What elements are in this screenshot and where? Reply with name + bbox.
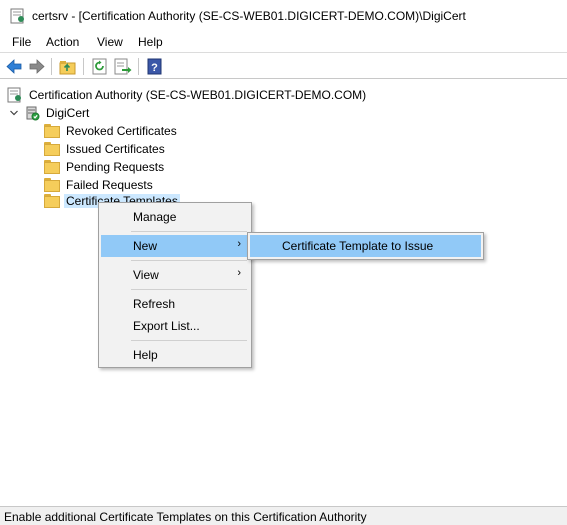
menu-view[interactable]: View xyxy=(95,35,125,49)
menu-item-label: Refresh xyxy=(133,297,176,311)
menu-separator xyxy=(131,289,247,290)
chevron-right-icon: › xyxy=(237,238,241,250)
menu-item-label: Certificate Template to Issue xyxy=(282,239,434,253)
toolbar-separator xyxy=(138,58,139,75)
menu-item-certificate-template-to-issue[interactable]: Certificate Template to Issue xyxy=(250,235,481,257)
menu-item-label: New xyxy=(133,239,158,253)
menu-separator xyxy=(131,340,247,341)
menu-item-label: Help xyxy=(133,348,158,362)
svg-text:?: ? xyxy=(151,62,158,74)
menu-help[interactable]: Help xyxy=(136,35,165,49)
title-bar: certsrv - [Certification Authority (SE-C… xyxy=(0,0,567,31)
tree-label: Revoked Certificates xyxy=(66,124,177,138)
help-icon[interactable]: ? xyxy=(145,57,165,76)
tree-label: Failed Requests xyxy=(66,178,153,192)
menu-item-new[interactable]: New › xyxy=(101,235,249,257)
tree-ca-label: DigiCert xyxy=(46,106,90,120)
menu-file[interactable]: File xyxy=(10,35,33,49)
menu-action[interactable]: Action xyxy=(44,35,81,49)
tree-label: Issued Certificates xyxy=(66,142,165,156)
back-arrow-icon[interactable] xyxy=(4,57,24,76)
menu-item-help[interactable]: Help xyxy=(101,344,249,366)
tree-node-pending-requests[interactable]: Pending Requests xyxy=(44,158,166,176)
menu-separator xyxy=(131,231,247,232)
chevron-right-icon: › xyxy=(237,267,241,279)
tree-node-ca[interactable]: DigiCert xyxy=(8,104,91,122)
folder-icon xyxy=(44,178,60,192)
status-text: Enable additional Certificate Templates … xyxy=(4,510,367,524)
tree-node-issued-certificates[interactable]: Issued Certificates xyxy=(44,140,167,158)
folder-icon xyxy=(44,142,60,156)
toolbar: ? xyxy=(0,54,567,79)
tree-root-label: Certification Authority (SE-CS-WEB01.DIG… xyxy=(29,88,367,102)
menu-item-view[interactable]: View › xyxy=(101,264,249,286)
tree-root-node[interactable]: Certification Authority (SE-CS-WEB01.DIG… xyxy=(7,86,368,104)
chevron-down-icon[interactable] xyxy=(8,107,20,119)
forward-arrow-icon[interactable] xyxy=(27,57,47,76)
folder-icon xyxy=(44,124,60,138)
toolbar-separator xyxy=(83,58,84,75)
tree-label: Pending Requests xyxy=(66,160,165,174)
export-list-icon[interactable] xyxy=(113,57,133,76)
window-title: certsrv - [Certification Authority (SE-C… xyxy=(32,9,466,23)
certificate-authority-icon xyxy=(7,87,21,103)
context-menu: Manage New › View › Refresh Export List.… xyxy=(98,202,252,368)
toolbar-separator xyxy=(51,58,52,75)
menu-item-refresh[interactable]: Refresh xyxy=(101,293,249,315)
menu-item-export-list[interactable]: Export List... xyxy=(101,315,249,337)
folder-icon xyxy=(44,194,60,208)
menu-item-label: View xyxy=(133,268,159,282)
menu-separator xyxy=(131,260,247,261)
menu-bar: File Action View Help xyxy=(0,31,567,53)
refresh-icon[interactable] xyxy=(90,57,110,76)
folder-icon xyxy=(44,160,60,174)
menu-item-label: Manage xyxy=(133,210,177,224)
status-bar: Enable additional Certificate Templates … xyxy=(0,506,567,525)
certsrv-app-icon xyxy=(10,8,24,24)
up-folder-icon[interactable] xyxy=(58,57,78,76)
new-submenu: Certificate Template to Issue xyxy=(247,232,484,260)
menu-item-label: Export List... xyxy=(133,319,200,333)
menu-item-manage[interactable]: Manage xyxy=(101,206,249,228)
tree-node-revoked-certificates[interactable]: Revoked Certificates xyxy=(44,122,179,140)
ca-server-icon xyxy=(26,106,40,121)
console-tree: Certification Authority (SE-CS-WEB01.DIG… xyxy=(0,80,567,506)
